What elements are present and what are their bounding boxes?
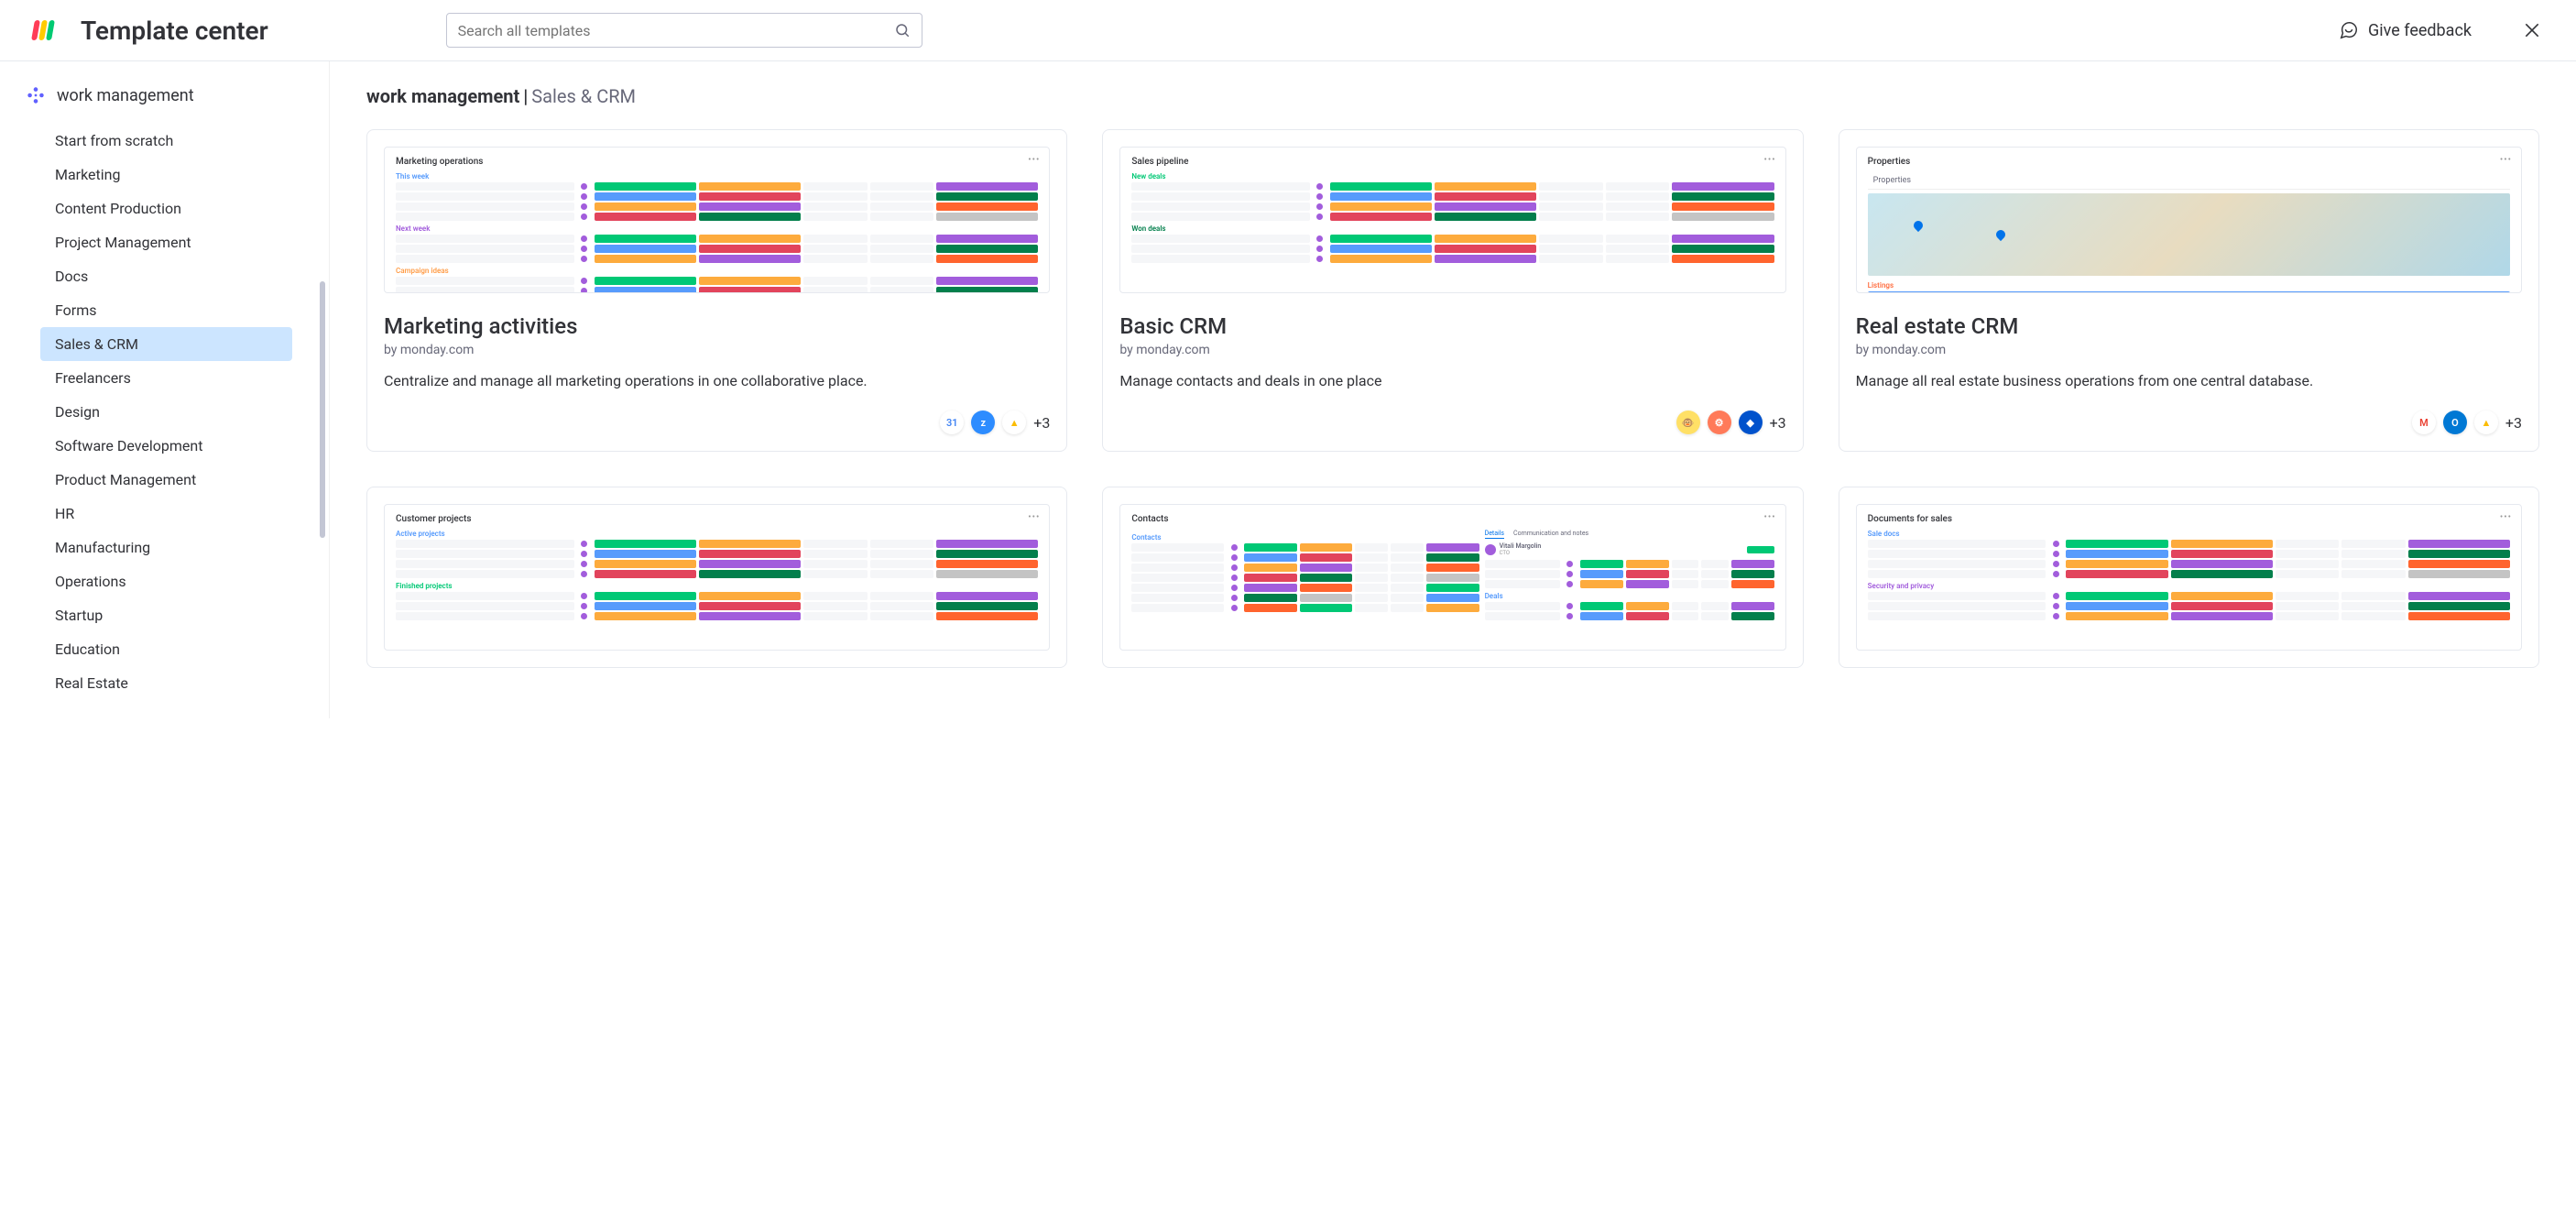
sidebar-item-manufacturing[interactable]: Manufacturing xyxy=(40,531,292,564)
card-title: Marketing activities xyxy=(384,313,1050,339)
template-card[interactable]: Sales pipeline•••New dealsWon deals Basic… xyxy=(1102,129,1803,452)
card-title: Real estate CRM xyxy=(1856,313,2522,339)
close-icon xyxy=(2523,21,2541,39)
breadcrumb-category: Sales & CRM xyxy=(531,85,636,107)
integration-icon: 🐵 xyxy=(1676,410,1700,434)
card-description: Centralize and manage all marketing oper… xyxy=(384,370,1050,392)
close-button[interactable] xyxy=(2521,19,2543,41)
page-title: Template center xyxy=(81,16,268,46)
breadcrumb: work management|Sales & CRM xyxy=(366,85,2539,107)
feedback-icon xyxy=(2339,20,2359,40)
sidebar-item-sales-crm[interactable]: Sales & CRM xyxy=(40,327,292,361)
search-icon xyxy=(894,22,911,38)
work-management-icon xyxy=(26,85,46,105)
sidebar-item-start-from-scratch[interactable]: Start from scratch xyxy=(40,124,292,158)
card-preview: Documents for sales•••Sale docsSecurity … xyxy=(1856,504,2522,651)
integration-more: +3 xyxy=(2505,414,2522,432)
sidebar-item-product-management[interactable]: Product Management xyxy=(40,463,292,497)
search-input[interactable] xyxy=(458,22,894,39)
sidebar-item-hr[interactable]: HR xyxy=(40,497,292,531)
card-integrations: 🐵 ⚙ ◆ +3 xyxy=(1119,392,1785,434)
template-card[interactable]: Contacts•••ContactsDetailsCommunication … xyxy=(1102,487,1803,668)
integration-more: +3 xyxy=(1033,414,1050,432)
integration-more: +3 xyxy=(1770,414,1786,432)
sidebar-item-project-management[interactable]: Project Management xyxy=(40,225,292,259)
template-card[interactable]: Marketing operations•••This weekNext wee… xyxy=(366,129,1067,452)
monday-logo xyxy=(33,20,53,40)
search-box[interactable] xyxy=(446,13,922,48)
sidebar-item-software-development[interactable]: Software Development xyxy=(40,429,292,463)
integration-icon: z xyxy=(971,410,995,434)
sidebar-item-design[interactable]: Design xyxy=(40,395,292,429)
card-description: Manage contacts and deals in one place xyxy=(1119,370,1785,392)
card-integrations: 31 z ▲ +3 xyxy=(384,392,1050,434)
template-card[interactable]: Properties•••PropertiesListings Real esta… xyxy=(1839,129,2539,452)
integration-icon: O xyxy=(2443,410,2467,434)
sidebar-section-title: work management xyxy=(57,86,194,105)
sidebar-scrollbar[interactable] xyxy=(320,281,325,538)
give-feedback-button[interactable]: Give feedback xyxy=(2339,20,2472,40)
sidebar-item-startup[interactable]: Startup xyxy=(40,598,292,632)
template-card[interactable]: Customer projects•••Active projectsFinis… xyxy=(366,487,1067,668)
card-preview: Sales pipeline•••New dealsWon deals xyxy=(1119,147,1785,293)
card-preview: Contacts•••ContactsDetailsCommunication … xyxy=(1119,504,1785,651)
feedback-label: Give feedback xyxy=(2368,21,2472,40)
integration-icon: ▲ xyxy=(1002,410,1026,434)
sidebar-item-content-production[interactable]: Content Production xyxy=(40,192,292,225)
integration-icon: ▲ xyxy=(2474,410,2498,434)
sidebar-item-docs[interactable]: Docs xyxy=(40,259,292,293)
sidebar-item-freelancers[interactable]: Freelancers xyxy=(40,361,292,395)
integration-icon: ⚙ xyxy=(1708,410,1731,434)
integration-icon: M xyxy=(2412,410,2436,434)
sidebar-item-forms[interactable]: Forms xyxy=(40,293,292,327)
card-author: by monday.com xyxy=(1856,343,2522,357)
card-author: by monday.com xyxy=(384,343,1050,357)
card-integrations: MO ▲ +3 xyxy=(1856,392,2522,434)
card-preview: Marketing operations•••This weekNext wee… xyxy=(384,147,1050,293)
sidebar-item-operations[interactable]: Operations xyxy=(40,564,292,598)
card-description: Manage all real estate business operatio… xyxy=(1856,370,2522,392)
card-preview: Properties•••PropertiesListings xyxy=(1856,147,2522,293)
template-card[interactable]: Documents for sales•••Sale docsSecurity … xyxy=(1839,487,2539,668)
sidebar-item-real-estate[interactable]: Real Estate xyxy=(40,666,292,700)
sidebar-item-education[interactable]: Education xyxy=(40,632,292,666)
sidebar-item-marketing[interactable]: Marketing xyxy=(40,158,292,192)
integration-icon: ◆ xyxy=(1739,410,1763,434)
integration-icon: 31 xyxy=(940,410,964,434)
card-title: Basic CRM xyxy=(1119,313,1785,339)
breadcrumb-section: work management xyxy=(366,85,519,107)
card-preview: Customer projects•••Active projectsFinis… xyxy=(384,504,1050,651)
card-author: by monday.com xyxy=(1119,343,1785,357)
